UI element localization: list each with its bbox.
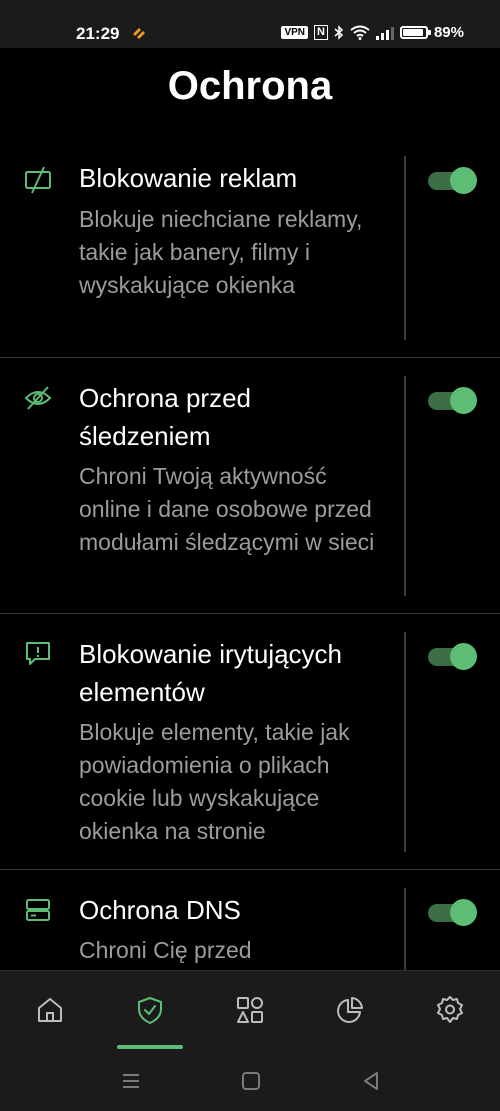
dns-icon (26, 899, 50, 921)
gear-icon[interactable] (435, 995, 465, 1025)
item-title: Blokowanie reklam (79, 163, 298, 193)
battery-icon (399, 26, 431, 39)
annoyance-blocking-icon (26, 642, 50, 665)
dns-protection-toggle[interactable] (428, 898, 478, 926)
home-button-icon[interactable] (240, 1070, 262, 1092)
battery-percent: 89% (433, 24, 464, 41)
apps-grid-icon[interactable] (235, 995, 265, 1025)
protection-item-annoyances[interactable]: Blokowanie irytujących elementów Blokuje… (0, 614, 500, 870)
shield-check-icon[interactable] (135, 995, 165, 1025)
bluetooth-icon (334, 25, 344, 40)
item-title: Ochrona przed śledzeniem (79, 383, 251, 451)
wifi-icon (350, 25, 370, 40)
vpn-icon: VPN (281, 26, 309, 39)
status-icons: VPN N 89% (281, 24, 464, 41)
protection-item-ad-blocking[interactable]: Blokowanie reklam Blokuje niechciane rek… (0, 142, 500, 358)
item-description: Chroni Twoją aktywność online i dane oso… (79, 463, 375, 555)
page-title: Ochrona (167, 64, 333, 108)
home-icon[interactable] (35, 995, 65, 1025)
status-bar: 21:29 VPN N 89% (0, 0, 500, 48)
ad-blocking-toggle[interactable] (428, 166, 478, 194)
bottom-navigation (0, 970, 500, 1051)
tracking-protection-icon (24, 386, 52, 410)
annoyance-blocking-toggle[interactable] (428, 642, 478, 670)
protection-item-tracking[interactable]: Ochrona przed śledzeniem Chroni Twoją ak… (0, 358, 500, 614)
ad-blocking-icon (25, 166, 51, 194)
item-description: Blokuje elementy, takie jak powiadomieni… (79, 719, 350, 844)
nfc-icon: N (314, 25, 328, 40)
status-time: 21:29 (76, 24, 120, 43)
back-icon[interactable] (360, 1070, 382, 1092)
item-title: Blokowanie irytujących elementów (79, 639, 343, 707)
signal-icon (375, 26, 394, 40)
item-title: Ochrona DNS (79, 895, 241, 925)
pie-chart-icon[interactable] (335, 995, 365, 1025)
active-tab-indicator (117, 1045, 183, 1049)
item-description: Chroni Cię przed (79, 937, 252, 963)
system-navigation-bar (0, 1050, 500, 1111)
recent-apps-icon[interactable] (120, 1070, 142, 1092)
tracking-protection-toggle[interactable] (428, 386, 478, 414)
item-description: Blokuje niechciane reklamy, takie jak ba… (79, 206, 363, 298)
protection-item-dns[interactable]: Ochrona DNS Chroni Cię przed (0, 870, 500, 970)
notification-app-icon (133, 28, 145, 39)
